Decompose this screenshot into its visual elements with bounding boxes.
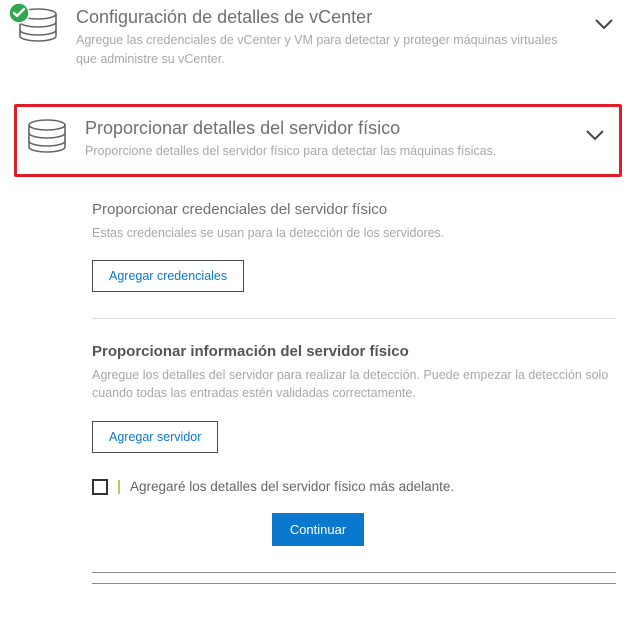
defer-label: Agregaré los detalles del servidor físic…	[130, 479, 454, 494]
vcenter-icon-wrap	[14, 6, 62, 42]
serverinfo-block: Proporcionar información del servidor fí…	[92, 343, 616, 452]
vcenter-expand-toggle[interactable]	[586, 6, 622, 39]
separator-bar	[118, 480, 120, 494]
section-vcenter: Configuración de detalles de vCenter Agr…	[0, 0, 636, 78]
chevron-down-icon	[592, 12, 616, 36]
database-icon	[26, 119, 68, 153]
bottom-line-2	[92, 583, 616, 584]
physical-expand-toggle[interactable]	[577, 117, 613, 150]
continue-row: Continuar	[0, 513, 636, 546]
credentials-block: Proporcionar credenciales del servidor f…	[92, 201, 616, 292]
physical-icon-wrap	[23, 117, 71, 153]
physical-title: Proporcionar detalles del servidor físic…	[85, 117, 563, 140]
physical-desc: Proporcione detalles del servidor físico…	[85, 142, 563, 160]
defer-row: Agregaré los detalles del servidor físic…	[92, 479, 616, 495]
serverinfo-title: Proporcionar información del servidor fí…	[92, 343, 616, 360]
defer-checkbox[interactable]	[92, 479, 108, 495]
vcenter-title: Configuración de detalles de vCenter	[76, 6, 572, 29]
continue-button[interactable]: Continuar	[272, 513, 364, 546]
add-credentials-button[interactable]: Agregar credenciales	[92, 260, 244, 292]
section-physical-highlight: Proporcionar detalles del servidor físic…	[14, 104, 622, 178]
success-check-icon	[8, 2, 30, 24]
bottom-dividers	[92, 572, 616, 584]
divider	[92, 318, 616, 319]
credentials-desc: Estas credenciales se usan para la detec…	[92, 224, 616, 242]
vcenter-desc: Agregue las credenciales de vCenter y VM…	[76, 31, 572, 67]
credentials-title: Proporcionar credenciales del servidor f…	[92, 201, 616, 218]
add-server-button[interactable]: Agregar servidor	[92, 421, 218, 453]
chevron-down-icon	[583, 123, 607, 147]
serverinfo-desc: Agregue los detalles del servidor para r…	[92, 366, 616, 402]
bottom-line-1	[92, 572, 616, 573]
